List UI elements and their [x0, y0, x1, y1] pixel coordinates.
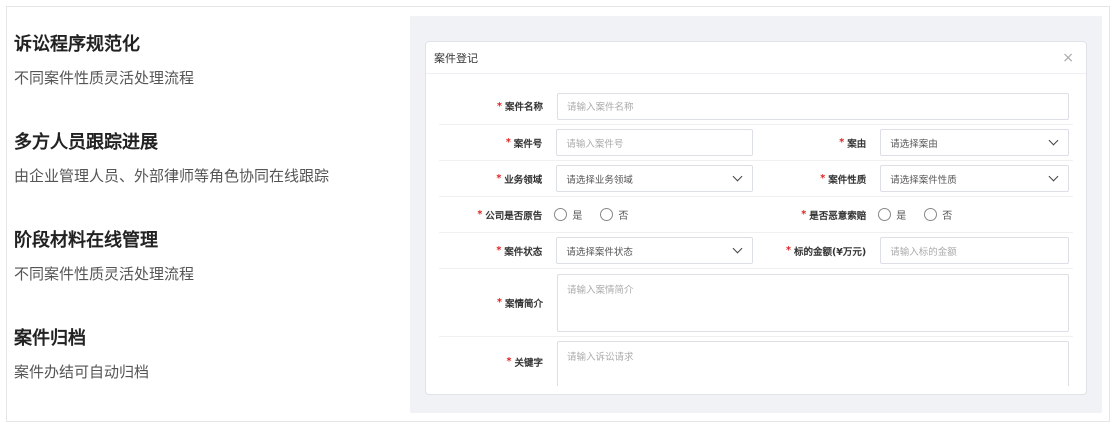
case-number-input[interactable]: 请输入案件号 [556, 129, 753, 156]
close-icon[interactable]: × [1062, 51, 1074, 65]
field-label: * 案件状态 [496, 245, 543, 258]
feature-desc: 不同案件性质灵活处理流程 [14, 265, 195, 283]
form-row: * 案情简介 请输入案情简介 [439, 268, 1073, 336]
field-label: * 案件名称 [497, 100, 543, 114]
form-preview-panel: 案件登记 × * 案件名称 请输入案件名称 * 案件号 请输入案件号 * 案由 请选择… [410, 16, 1102, 413]
field-label: * 关键字 [506, 356, 543, 369]
field-label: * 案情简介 [497, 297, 543, 310]
modal-title: 案件登记 [434, 51, 478, 65]
case-nature-select[interactable]: 请选择案件性质 [880, 165, 1069, 192]
feature-title: 诉讼程序规范化 [14, 34, 140, 55]
feature-title: 多方人员跟踪进展 [14, 132, 158, 153]
feature-list: 诉讼程序规范化 不同案件性质灵活处理流程 多方人员跟踪进展 由企业管理人员、外部… [14, 32, 394, 424]
amount-input[interactable]: 请输入标的金额 [880, 237, 1069, 264]
chevron-down-icon [1048, 171, 1059, 182]
chevron-down-icon [732, 171, 743, 182]
form-row: * 案件号 请输入案件号 * 案由 请选择案由 [439, 124, 1073, 160]
chevron-down-icon [732, 243, 743, 254]
feature-title: 案件归档 [14, 328, 86, 349]
field-label: * 案由 [839, 137, 867, 150]
feature-desc: 由企业管理人员、外部律师等角色协同在线跟踪 [14, 167, 330, 185]
feature-title: 阶段材料在线管理 [14, 230, 158, 251]
radio-no[interactable]: 否 [924, 207, 952, 222]
form-row: * 案件状态 请选择案件状态 * 标的金额(¥万元) 请输入标的金额 [439, 232, 1073, 268]
cause-select[interactable]: 请选择案由 [880, 129, 1069, 156]
modal-header: 案件登记 × [426, 42, 1086, 74]
radio-circle-icon[interactable] [924, 208, 938, 221]
brief-textarea[interactable]: 请输入案情简介 [557, 273, 1069, 332]
case-status-select[interactable]: 请选择案件状态 [556, 237, 753, 264]
form-row: * 公司是否原告 是 否 * 是否恶意索赔 是 否 [439, 196, 1073, 232]
feature-desc: 不同案件性质灵活处理流程 [14, 69, 195, 87]
chevron-down-icon [1048, 135, 1059, 146]
field-label: * 案件性质 [820, 173, 867, 186]
radio-circle-icon[interactable] [554, 208, 568, 221]
form-row: * 业务领域 请选择业务领域 * 案件性质 请选择案件性质 [439, 160, 1073, 196]
keywords-textarea[interactable]: 请输入诉讼请求 [557, 341, 1069, 386]
case-form: * 案件名称 请输入案件名称 * 案件号 请输入案件号 * 案由 请选择案由 * 业务领… [439, 88, 1073, 386]
field-label: * 案件号 [505, 137, 543, 150]
radio-yes[interactable]: 是 [554, 207, 582, 222]
field-label: * 公司是否原告 [477, 209, 543, 222]
feature-desc: 案件办结可自动归档 [14, 363, 150, 381]
feature-item: 阶段材料在线管理 不同案件性质灵活处理流程 [14, 228, 394, 326]
radio-yes[interactable]: 是 [878, 207, 906, 222]
radio-circle-icon[interactable] [600, 208, 614, 221]
feature-item: 案件归档 案件办结可自动归档 [14, 326, 394, 424]
field-label: * 标的金额(¥万元) [786, 245, 867, 258]
malicious-radio-group: 是 否 [876, 197, 1073, 232]
form-row: * 案件名称 请输入案件名称 [439, 88, 1073, 124]
form-row: * 关键字 请输入诉讼请求 [439, 336, 1073, 386]
case-name-input[interactable]: 请输入案件名称 [557, 92, 1069, 120]
business-area-select[interactable]: 请选择业务领域 [556, 165, 753, 192]
field-label: * 是否恶意索赔 [801, 209, 867, 222]
feature-item: 多方人员跟踪进展 由企业管理人员、外部律师等角色协同在线跟踪 [14, 130, 394, 228]
feature-item: 诉讼程序规范化 不同案件性质灵活处理流程 [14, 32, 394, 130]
plaintiff-radio-group: 是 否 [552, 197, 757, 232]
field-label: * 业务领域 [496, 173, 543, 186]
radio-circle-icon[interactable] [878, 208, 892, 221]
radio-no[interactable]: 否 [600, 207, 628, 222]
